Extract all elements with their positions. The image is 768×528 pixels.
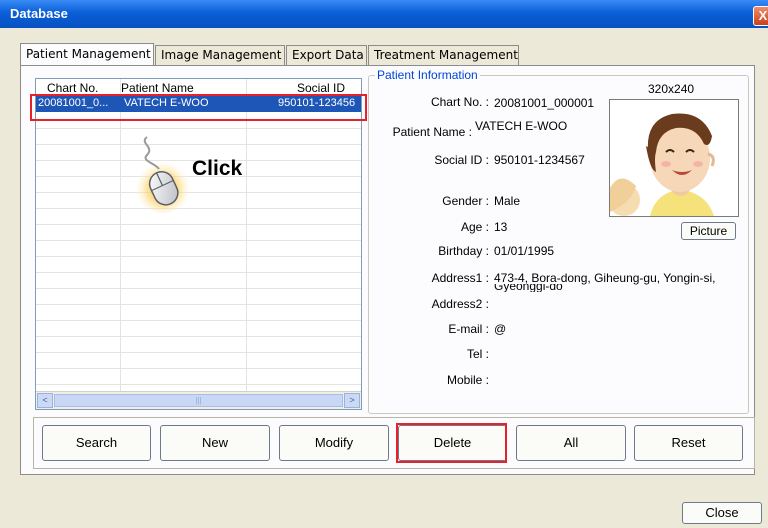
patient-photo bbox=[609, 99, 739, 217]
reset-button[interactable]: Reset bbox=[634, 425, 743, 461]
patient-information-legend: Patient Information bbox=[375, 68, 480, 82]
value-age: 13 bbox=[494, 220, 508, 234]
row-highlight-box bbox=[30, 94, 367, 121]
grid-line bbox=[36, 304, 361, 305]
column-header-chart-no[interactable]: Chart No. bbox=[47, 81, 98, 95]
grid-line bbox=[36, 240, 361, 241]
tab-treatment-management[interactable]: Treatment Management bbox=[368, 45, 519, 65]
scroll-left-button[interactable]: < bbox=[37, 393, 53, 408]
value-birthday: 01/01/1995 bbox=[494, 244, 555, 258]
grid-line bbox=[36, 192, 361, 193]
reset-button-label: Reset bbox=[671, 435, 706, 450]
value-address1: 473-4, Bora-dong, Giheung-gu, Yongin-si, bbox=[494, 271, 716, 285]
label-address1: Address1 : bbox=[431, 271, 489, 285]
grid-header: Chart No. Patient Name Social ID bbox=[36, 79, 361, 95]
chevron-right-icon: > bbox=[349, 395, 355, 405]
column-divider bbox=[120, 79, 121, 391]
delete-highlight-box bbox=[396, 423, 507, 463]
grid-line bbox=[36, 368, 361, 369]
click-annotation: Click bbox=[192, 157, 243, 180]
tab-patient-management[interactable]: Patient Management bbox=[20, 43, 154, 65]
horizontal-scrollbar[interactable]: < ||| > bbox=[36, 391, 361, 409]
grid-line bbox=[36, 208, 361, 209]
grid-line bbox=[36, 320, 361, 321]
tab-export-data[interactable]: Export Data bbox=[286, 45, 367, 65]
photo-size-label: 320x240 bbox=[648, 82, 695, 96]
value-address1-overflow-clip: Gyeonggi-do bbox=[494, 284, 744, 292]
value-patient-name: VATECH E-WOO bbox=[475, 119, 568, 133]
label-address2: Address2 : bbox=[431, 297, 489, 311]
grid-line bbox=[36, 384, 361, 385]
picture-button-label: Picture bbox=[689, 224, 728, 238]
label-age: Age : bbox=[460, 220, 489, 234]
window-title: Database bbox=[10, 6, 68, 21]
scroll-right-button[interactable]: > bbox=[344, 393, 360, 408]
grid-line bbox=[36, 256, 361, 257]
grid-line bbox=[36, 272, 361, 273]
title-bar[interactable]: Database X bbox=[0, 0, 768, 28]
database-window: Database X Patient Management Image Mana… bbox=[0, 0, 768, 528]
tab-label: Image Management bbox=[161, 48, 282, 62]
grid-line bbox=[36, 352, 361, 353]
grid-line bbox=[36, 224, 361, 225]
tab-image-management[interactable]: Image Management bbox=[155, 45, 285, 65]
label-email: E-mail : bbox=[448, 322, 489, 336]
label-mobile: Mobile : bbox=[446, 373, 489, 387]
modify-button[interactable]: Modify bbox=[279, 425, 389, 461]
tab-label: Patient Management bbox=[26, 47, 151, 61]
column-header-social-id[interactable]: Social ID bbox=[297, 81, 345, 95]
mouse-cursor-icon bbox=[125, 133, 193, 218]
grip-icon: ||| bbox=[195, 396, 202, 405]
column-divider bbox=[246, 79, 247, 391]
modify-button-label: Modify bbox=[314, 435, 354, 450]
column-header-patient-name[interactable]: Patient Name bbox=[121, 81, 194, 95]
label-gender: Gender : bbox=[442, 194, 489, 208]
label-patient-name: Patient Name : bbox=[392, 125, 472, 139]
grid-line bbox=[36, 336, 361, 337]
label-social-id: Social ID : bbox=[434, 153, 489, 167]
search-button-label: Search bbox=[75, 435, 118, 450]
value-address1-line2: Gyeonggi-do bbox=[494, 284, 563, 292]
all-button[interactable]: All bbox=[516, 425, 626, 461]
value-chart-no: 20081001_000001 bbox=[494, 96, 595, 110]
tab-label: Export Data bbox=[292, 48, 364, 62]
new-button[interactable]: New bbox=[160, 425, 270, 461]
scroll-thumb[interactable]: ||| bbox=[54, 394, 343, 407]
close-button-label: Close bbox=[705, 505, 739, 520]
grid-line bbox=[36, 144, 361, 145]
value-email: @ bbox=[494, 322, 507, 336]
grid-line bbox=[36, 288, 361, 289]
value-social-id: 950101-1234567 bbox=[494, 153, 585, 167]
window-close-button[interactable]: X bbox=[753, 6, 768, 26]
value-gender: Male bbox=[494, 194, 521, 208]
all-button-label: All bbox=[563, 435, 579, 450]
label-tel: Tel : bbox=[466, 347, 489, 361]
new-button-label: New bbox=[201, 435, 228, 450]
grid-line bbox=[36, 128, 361, 129]
patient-list[interactable]: Chart No. Patient Name Social ID 2008100… bbox=[35, 78, 362, 410]
picture-button[interactable]: Picture bbox=[681, 222, 736, 240]
label-birthday: Birthday : bbox=[438, 244, 489, 258]
label-chart-no: Chart No. : bbox=[430, 95, 489, 109]
close-icon: X bbox=[758, 8, 768, 23]
chevron-left-icon: < bbox=[42, 395, 48, 405]
tab-label: Treatment Management bbox=[374, 48, 518, 62]
search-button[interactable]: Search bbox=[42, 425, 151, 461]
close-button[interactable]: Close bbox=[682, 502, 762, 524]
